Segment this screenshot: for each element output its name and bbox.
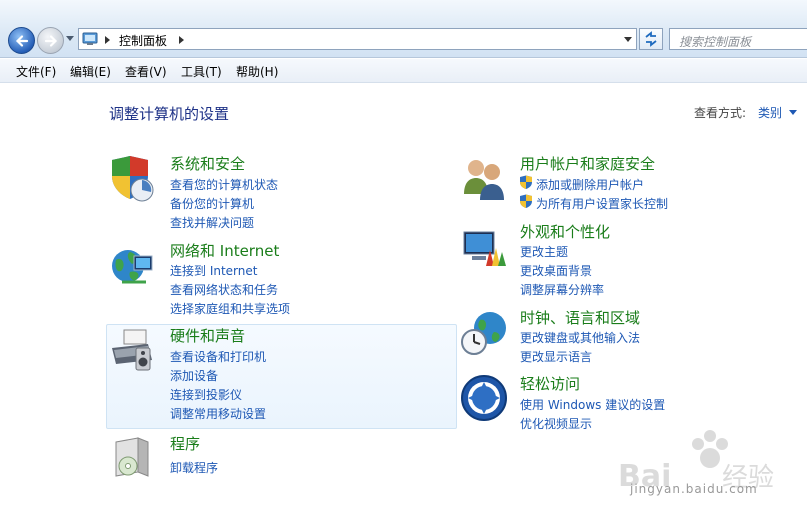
link-network-status[interactable]: 查看网络状态和任务 <box>170 281 278 298</box>
search-placeholder: 搜索控制面板 <box>679 35 752 49</box>
menu-bar: 文件(F) 编辑(E) 查看(V) 工具(T) 帮助(H) <box>0 59 807 83</box>
recent-pages-dropdown[interactable] <box>66 36 74 41</box>
address-toolbar: 控制面板 搜索控制面板 <box>0 0 807 58</box>
link-backup-computer[interactable]: 备份您的计算机 <box>170 195 254 212</box>
link-find-fix-problems[interactable]: 查找并解决问题 <box>170 214 254 231</box>
link-screen-resolution[interactable]: 调整屏幕分辨率 <box>520 281 604 298</box>
network-internet-icon[interactable] <box>108 242 156 290</box>
link-parental-controls[interactable]: 为所有用户设置家长控制 <box>536 195 668 212</box>
link-change-background[interactable]: 更改桌面背景 <box>520 262 592 279</box>
link-display-language[interactable]: 更改显示语言 <box>520 348 592 365</box>
menu-help[interactable]: 帮助(H) <box>236 63 278 80</box>
programs-icon[interactable] <box>108 432 156 480</box>
link-add-remove-user[interactable]: 添加或删除用户帐户 <box>536 176 644 193</box>
link-change-theme[interactable]: 更改主题 <box>520 243 568 260</box>
link-devices-printers[interactable]: 查看设备和打印机 <box>170 348 266 365</box>
system-security-icon[interactable] <box>108 154 156 202</box>
refresh-icon <box>645 31 657 47</box>
uac-shield-icon <box>520 175 532 189</box>
category-title-network-internet[interactable]: 网络和 Internet <box>170 240 279 261</box>
refresh-button[interactable] <box>639 28 663 50</box>
ease-of-access-icon[interactable] <box>460 374 508 422</box>
category-title-clock-language[interactable]: 时钟、语言和区域 <box>520 307 640 328</box>
uac-shield-icon <box>520 194 532 208</box>
watermark-url: jingyan.baidu.com <box>630 482 758 496</box>
address-history-dropdown[interactable] <box>624 37 632 42</box>
view-by-dropdown[interactable]: 类别 <box>758 104 782 121</box>
link-optimize-visual-display[interactable]: 优化视频显示 <box>520 415 592 432</box>
menu-edit[interactable]: 编辑(E) <box>70 63 111 80</box>
forward-arrow-icon <box>44 35 58 47</box>
link-view-computer-status[interactable]: 查看您的计算机状态 <box>170 176 278 193</box>
hover-highlight <box>106 324 457 429</box>
search-input[interactable]: 搜索控制面板 <box>669 28 807 50</box>
user-accounts-icon[interactable] <box>460 154 508 202</box>
view-by-label: 查看方式: <box>694 106 747 120</box>
page-title: 调整计算机的设置 <box>109 105 230 123</box>
menu-view[interactable]: 查看(V) <box>125 63 167 80</box>
menu-file[interactable]: 文件(F) <box>16 63 56 80</box>
category-title-appearance[interactable]: 外观和个性化 <box>520 221 610 242</box>
chevron-down-icon[interactable] <box>789 110 797 115</box>
breadcrumb-separator-icon[interactable] <box>105 36 110 44</box>
category-title-hardware-sound[interactable]: 硬件和声音 <box>170 325 245 346</box>
appearance-icon[interactable] <box>460 226 508 274</box>
category-title-user-accounts[interactable]: 用户帐户和家庭安全 <box>520 153 655 174</box>
link-connect-projector[interactable]: 连接到投影仪 <box>170 386 242 403</box>
back-button[interactable] <box>8 27 35 54</box>
link-change-keyboard[interactable]: 更改键盘或其他输入法 <box>520 329 640 346</box>
hardware-sound-icon[interactable] <box>108 326 156 374</box>
control-panel-icon <box>82 32 98 45</box>
address-bar[interactable]: 控制面板 <box>78 28 637 50</box>
menu-tools[interactable]: 工具(T) <box>181 63 222 80</box>
link-mobility-settings[interactable]: 调整常用移动设置 <box>170 405 266 422</box>
category-title-programs[interactable]: 程序 <box>170 433 200 454</box>
forward-button[interactable] <box>37 27 64 54</box>
link-homegroup-sharing[interactable]: 选择家庭组和共享选项 <box>170 300 290 317</box>
link-add-device[interactable]: 添加设备 <box>170 367 218 384</box>
back-arrow-icon <box>15 35 29 47</box>
link-windows-suggested-settings[interactable]: 使用 Windows 建议的设置 <box>520 396 665 413</box>
link-connect-internet[interactable]: 连接到 Internet <box>170 262 257 279</box>
category-title-system-security[interactable]: 系统和安全 <box>170 153 245 174</box>
breadcrumb-control-panel[interactable]: 控制面板 <box>119 32 167 49</box>
clock-language-region-icon[interactable] <box>460 308 508 356</box>
category-title-ease-of-access[interactable]: 轻松访问 <box>520 373 580 394</box>
breadcrumb-separator-icon[interactable] <box>179 36 184 44</box>
link-uninstall-program[interactable]: 卸载程序 <box>170 459 218 476</box>
